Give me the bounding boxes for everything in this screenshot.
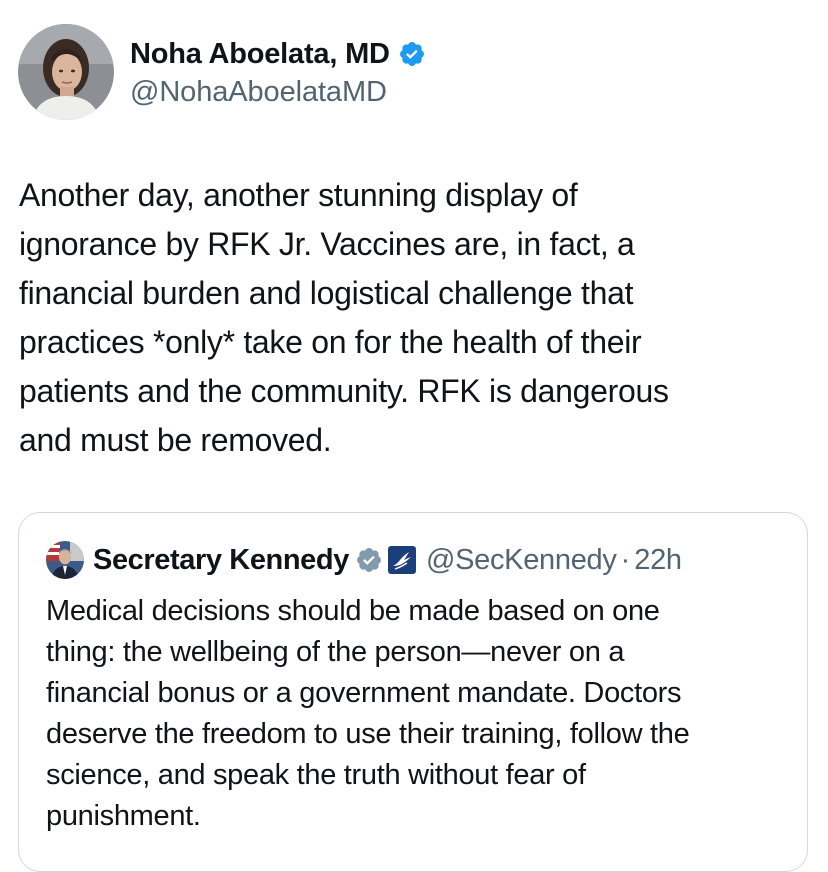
- author-avatar[interactable]: [18, 24, 114, 120]
- quoted-tweet-header: Secretary Kennedy @SecKennedy · 22h: [46, 540, 682, 580]
- tweet-header: Noha Aboelata, MD @NohaAboelataMD: [18, 24, 426, 120]
- author-handle[interactable]: @NohaAboelataMD: [130, 76, 426, 109]
- tweet-text: Another day, another stunning display of…: [19, 177, 669, 458]
- display-name-row: Noha Aboelata, MD: [130, 36, 426, 72]
- author-display-name[interactable]: Noha Aboelata, MD: [130, 38, 390, 71]
- author-names: Noha Aboelata, MD @NohaAboelataMD: [130, 24, 426, 109]
- quoted-tweet-card[interactable]: Secretary Kennedy @SecKennedy · 22h Medi…: [18, 512, 808, 872]
- hhs-eagle-icon[interactable]: [387, 545, 417, 575]
- quoted-author-display-name[interactable]: Secretary Kennedy: [93, 544, 349, 577]
- quoted-author-avatar[interactable]: [46, 541, 84, 579]
- quoted-tweet-timestamp[interactable]: 22h: [634, 544, 682, 577]
- separator-dot: ·: [620, 543, 631, 576]
- gray-check-icon[interactable]: [355, 546, 383, 574]
- quoted-tweet-text: Medical decisions should be made based o…: [46, 595, 690, 832]
- verified-badge-icon[interactable]: [398, 40, 426, 68]
- quoted-author-handle[interactable]: @SecKennedy: [426, 544, 617, 577]
